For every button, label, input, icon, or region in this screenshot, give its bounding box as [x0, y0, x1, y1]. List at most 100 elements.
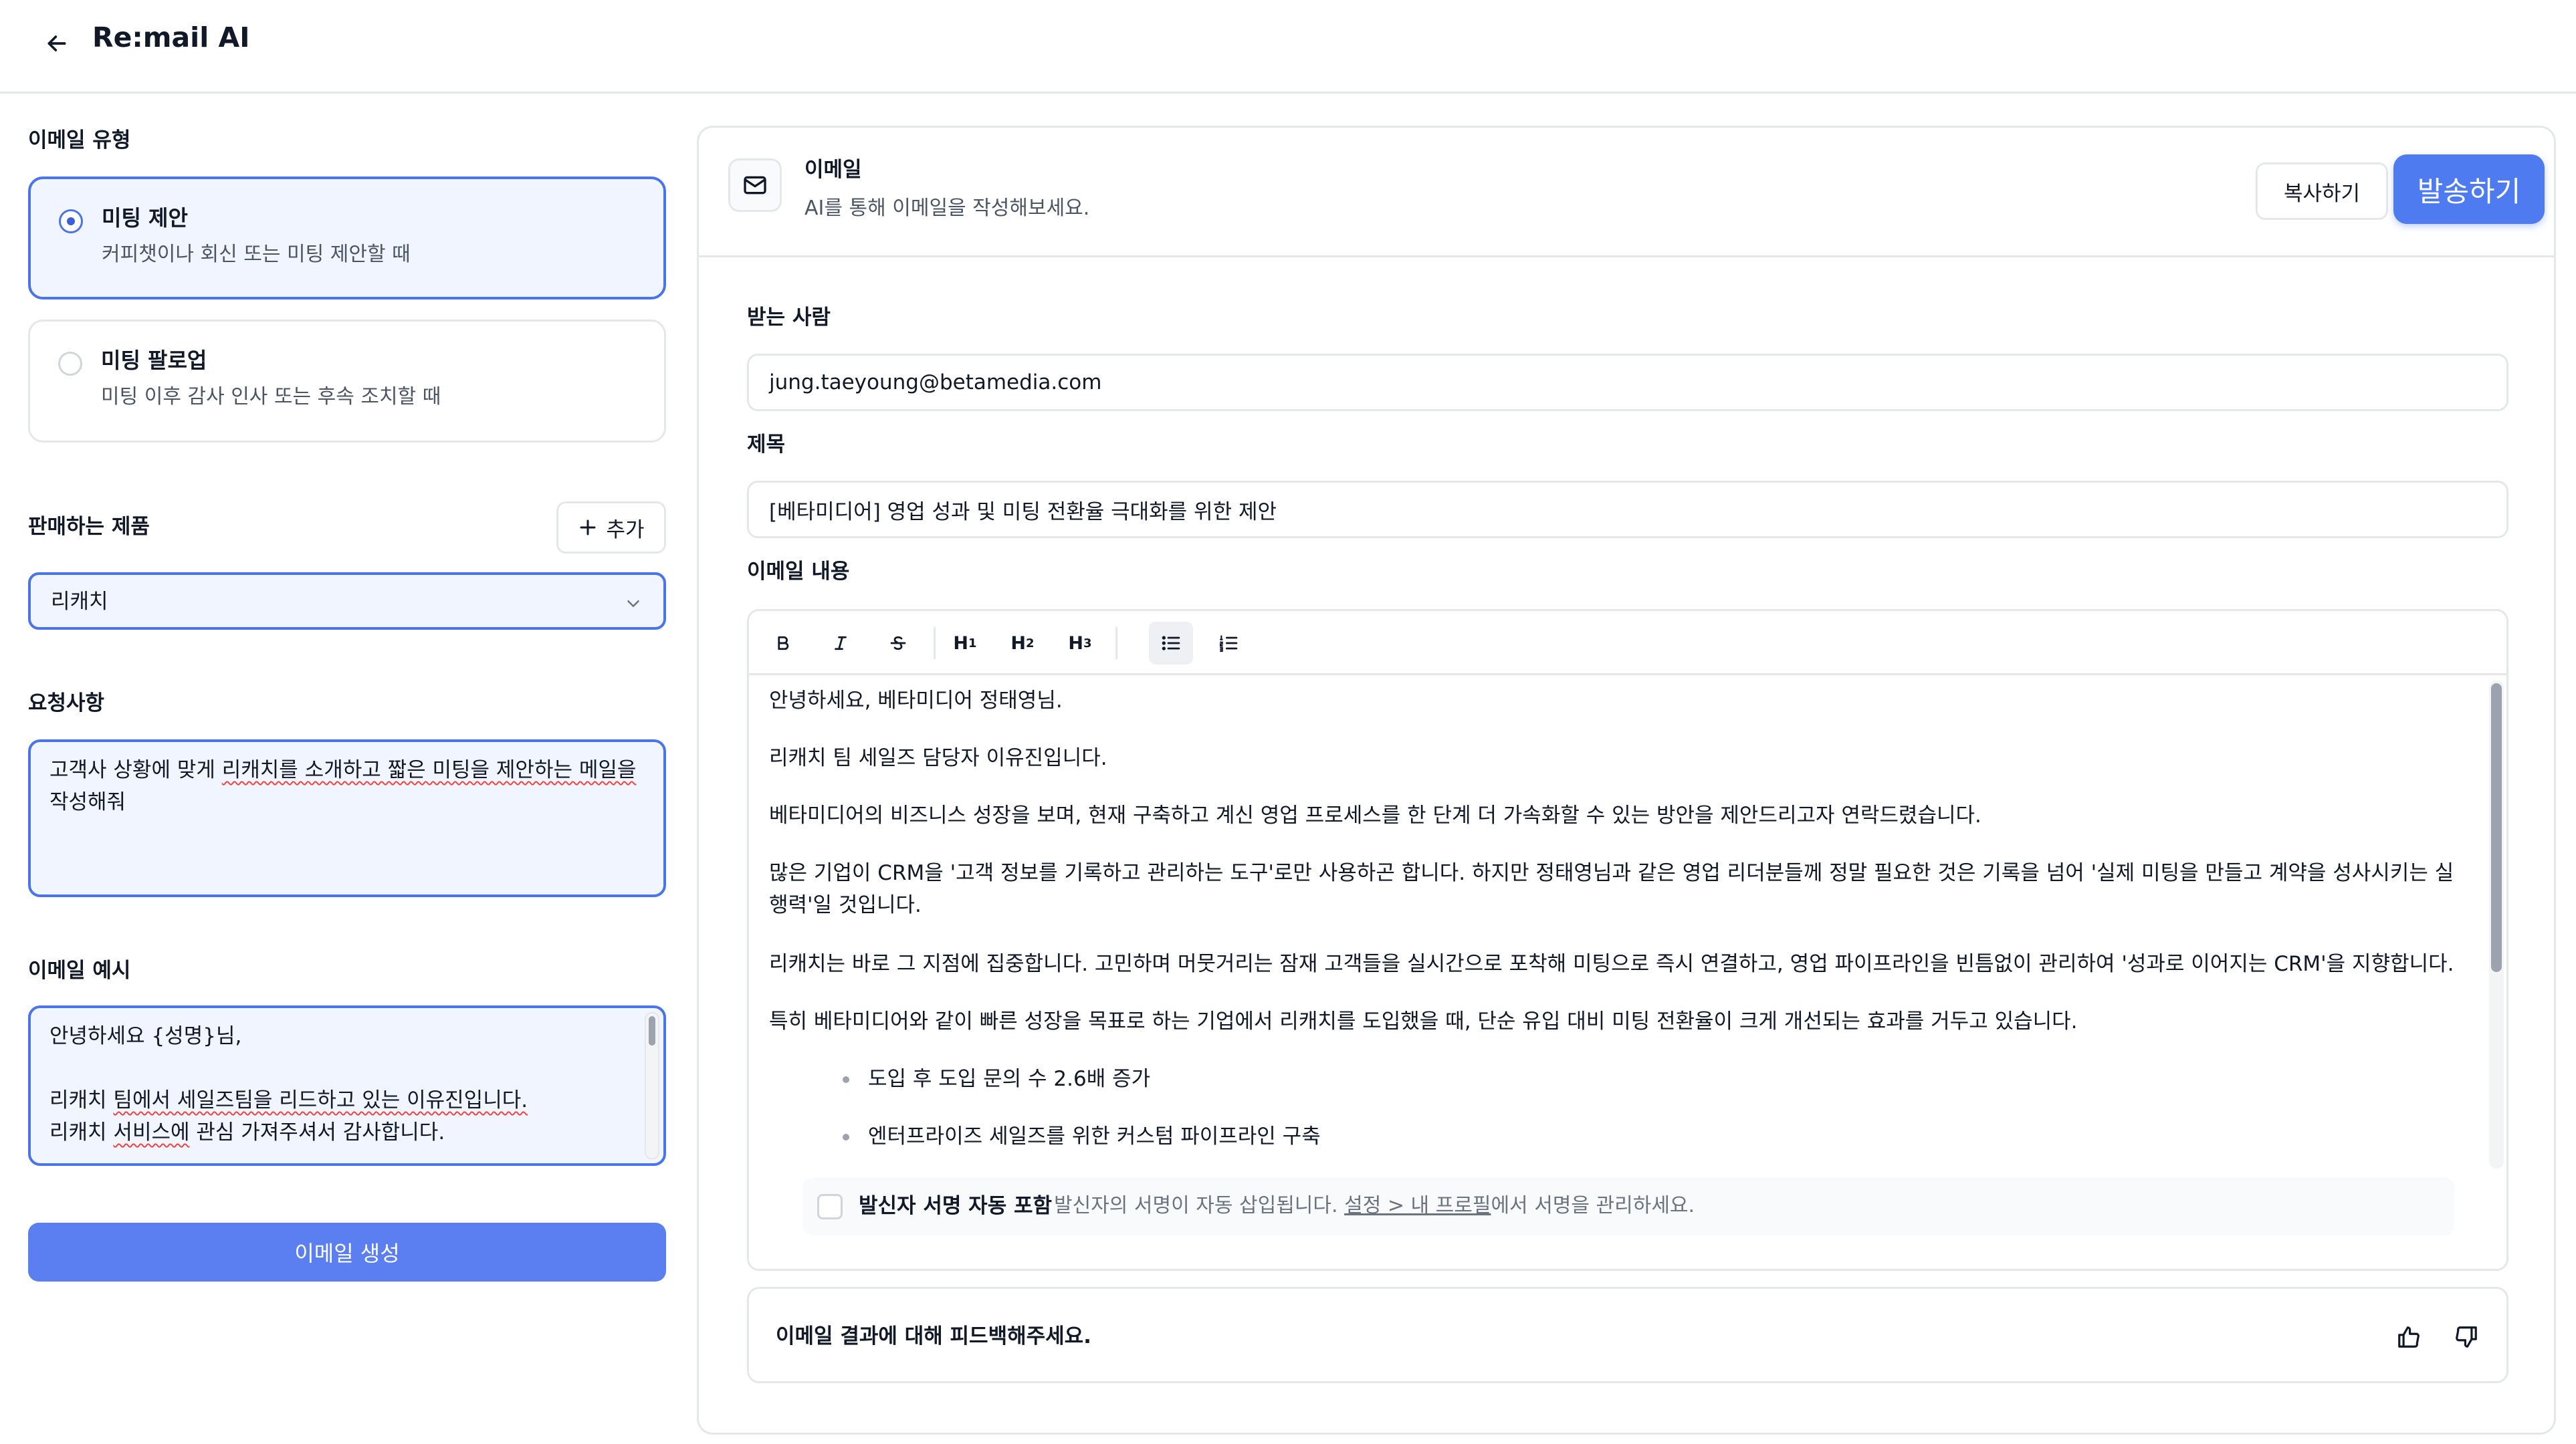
email-panel: 이메일 AI를 통해 이메일을 작성해보세요. 복사하기 발송하기 받는 사람 …: [697, 126, 2556, 1435]
italic-button[interactable]: [819, 622, 863, 665]
option-desc: 커피챗이나 회신 또는 미팅 제안할 때: [102, 243, 411, 266]
radio-selected[interactable]: [59, 209, 83, 233]
request-textarea[interactable]: 고객사 상황에 맞게 리캐치를 소개하고 짧은 미팅을 제안하는 메일을 작성해…: [28, 739, 666, 897]
italic-icon: [835, 636, 847, 650]
generate-email-button[interactable]: 이메일 생성: [28, 1223, 666, 1282]
bold-button[interactable]: [761, 622, 805, 665]
thumbs-up-icon: [2398, 1326, 2420, 1348]
body-paragraph-2: 리캐치 팀 세일즈 담당자 이유진입니다.: [769, 746, 1107, 770]
example-blank-line: [49, 1052, 645, 1084]
product-label: 판매하는 제품: [28, 515, 150, 539]
panel-subtitle: AI를 통해 이메일을 작성해보세요.: [804, 197, 1090, 220]
to-input[interactable]: jung.taeyoung@betamedia.com: [747, 354, 2508, 411]
request-text-a: 고객사 상황에 맞게: [49, 758, 222, 782]
feedback-text: 이메일 결과에 대해 피드백해주세요.: [776, 1324, 1091, 1348]
app-root: Re:mail AI 이메일 유형 미팅 제안 커피챗이나 회신 또는 미팅 제…: [0, 0, 2576, 1444]
to-label: 받는 사람: [747, 306, 831, 330]
body-bullet-2: 엔터프라이즈 세일즈를 위한 커스텀 파이프라인 구축: [843, 1120, 1321, 1153]
mail-icon-box: [728, 158, 782, 212]
example-line-3: 리캐치 서비스에 관심 가져주셔서 감사합니다.: [49, 1116, 645, 1149]
panel-title: 이메일: [804, 158, 862, 182]
add-product-label: 추가: [606, 517, 645, 542]
bold-icon: [778, 636, 789, 650]
body-paragraph-5: 리캐치는 바로 그 지점에 집중합니다. 고민하며 머뭇거리는 잠재 고객들을 …: [769, 952, 2454, 976]
radio-unselected[interactable]: [58, 352, 82, 376]
example-textarea[interactable]: 안녕하세요 {성명}님, 리캐치 팀에서 세일즈팀을 리드하고 있는 이유진입니…: [28, 1005, 666, 1166]
add-product-button[interactable]: 추가: [556, 501, 666, 554]
h3-number: 3: [1083, 636, 1092, 650]
toolbar-separator: [934, 627, 936, 659]
thumbs-up-button[interactable]: [2387, 1316, 2430, 1358]
body-paragraph-3: 베타미디어의 비즈니스 성장을 보며, 현재 구축하고 계신 영업 프로세스를 …: [769, 804, 1981, 828]
panel-header: 이메일 AI를 통해 이메일을 작성해보세요. 복사하기 발송하기: [699, 128, 2554, 257]
option-title: 미팅 제안: [102, 205, 188, 231]
subject-label: 제목: [747, 433, 786, 457]
signature-label: 발신자 서명 자동 포함: [859, 1194, 1053, 1218]
heading-3-button[interactable]: H3: [1058, 622, 1102, 665]
strikethrough-button[interactable]: [876, 622, 920, 665]
copy-button[interactable]: 복사하기: [2256, 162, 2388, 220]
h2-number: 2: [1026, 636, 1035, 650]
request-text-b: 리캐치를 소개하고 짧은 미팅을 제안하는 메일을: [221, 758, 637, 782]
signature-hint-b: 에서 서명을 관리하세요.: [1491, 1194, 1695, 1217]
mail-icon: [744, 176, 766, 195]
bullet-list-icon: [1162, 636, 1180, 650]
thumbs-down-icon: [2456, 1326, 2477, 1348]
example-line-2b: 팀에서 세일즈팀을 리드하고 있는 이유진입니다.: [113, 1088, 528, 1112]
option-desc: 미팅 이후 감사 인사 또는 후속 조치할 때: [101, 385, 441, 408]
example-scroll-thumb[interactable]: [649, 1016, 655, 1046]
request-label: 요청사항: [28, 691, 105, 715]
strikethrough-icon: [890, 636, 906, 650]
example-line-3c: 관심 가져주셔서 감사합니다.: [189, 1120, 445, 1145]
body-label: 이메일 내용: [747, 560, 850, 584]
email-type-label: 이메일 유형: [28, 128, 131, 152]
example-label: 이메일 예시: [28, 959, 131, 983]
h1-letter: H: [953, 632, 969, 654]
editor-scrollbar[interactable]: [2489, 681, 2504, 1169]
request-text-c: 작성해줘: [49, 790, 126, 814]
email-type-option-meeting-proposal[interactable]: 미팅 제안 커피챗이나 회신 또는 미팅 제안할 때: [28, 176, 666, 299]
product-select-value: 리캐치: [51, 590, 108, 614]
app-title: Re:mail AI: [92, 21, 250, 53]
body-paragraph-6: 특히 베타미디어와 같이 빠른 성장을 목표로 하는 기업에서 리캐치를 도입했…: [769, 1009, 2078, 1034]
top-bar: Re:mail AI: [0, 0, 2576, 94]
signature-hint-a: 발신자의 서명이 자동 삽입됩니다.: [1054, 1194, 1345, 1217]
toolbar-separator: [1115, 627, 1117, 659]
ordered-list-icon: [1219, 635, 1238, 652]
product-select[interactable]: 리캐치: [28, 572, 666, 630]
feedback-bar: 이메일 결과에 대해 피드백해주세요.: [747, 1287, 2508, 1383]
signature-checkbox[interactable]: [817, 1194, 843, 1219]
back-button[interactable]: [33, 20, 80, 67]
option-title: 미팅 팔로업: [101, 348, 207, 373]
example-scrollbar[interactable]: [645, 1012, 659, 1159]
h3-letter: H: [1068, 632, 1084, 654]
send-button[interactable]: 발송하기: [2393, 154, 2545, 224]
body-paragraph-4: 많은 기업이 CRM을 '고객 정보를 기록하고 관리하는 도구'로만 사용하곤…: [769, 861, 2454, 917]
editor-toolbar: H1 H2 H3: [749, 611, 2506, 675]
profile-settings-link[interactable]: 설정 > 내 프로필: [1344, 1194, 1491, 1217]
plus-icon: [580, 519, 596, 535]
example-line-3a: 리캐치: [49, 1120, 114, 1145]
email-type-option-meeting-followup[interactable]: 미팅 팔로업 미팅 이후 감사 인사 또는 후속 조치할 때: [28, 320, 666, 443]
ordered-list-button[interactable]: [1206, 622, 1251, 665]
signature-row: 발신자 서명 자동 포함 발신자의 서명이 자동 삽입됩니다. 설정 > 내 프…: [802, 1178, 2454, 1235]
body-paragraph-1: 안녕하세요, 베타미디어 정태영님.: [769, 689, 1063, 713]
email-editor: H1 H2 H3 안녕하세요, 베타미디어 정태영님. 리캐치 팀 세일즈 담당…: [747, 609, 2508, 1271]
thumbs-down-button[interactable]: [2445, 1316, 2488, 1358]
example-line-1: 안녕하세요 {성명}님,: [49, 1024, 242, 1048]
h1-number: 1: [968, 636, 977, 650]
signature-hint: 발신자의 서명이 자동 삽입됩니다. 설정 > 내 프로필에서 서명을 관리하세…: [1054, 1191, 1695, 1221]
example-line-2: 리캐치 팀에서 세일즈팀을 리드하고 있는 이유진입니다.: [49, 1084, 645, 1116]
heading-1-button[interactable]: H1: [943, 622, 987, 665]
example-line-2a: 리캐치: [49, 1088, 114, 1112]
editor-body[interactable]: 안녕하세요, 베타미디어 정태영님. 리캐치 팀 세일즈 담당자 이유진입니다.…: [749, 675, 2506, 1171]
subject-input[interactable]: [베타미디어] 영업 성과 및 미팅 전환율 극대화를 위한 제안: [747, 481, 2508, 538]
editor-scroll-thumb[interactable]: [2491, 683, 2502, 972]
example-line-3b: 서비스에: [113, 1120, 190, 1145]
bullet-list-button[interactable]: [1149, 622, 1193, 665]
heading-2-button[interactable]: H2: [1000, 622, 1045, 665]
chevron-down-icon: [627, 600, 639, 607]
arrow-left-icon: [47, 35, 66, 51]
body-bullet-1: 도입 후 도입 문의 수 2.6배 증가: [842, 1063, 1150, 1095]
h2-letter: H: [1010, 632, 1027, 654]
